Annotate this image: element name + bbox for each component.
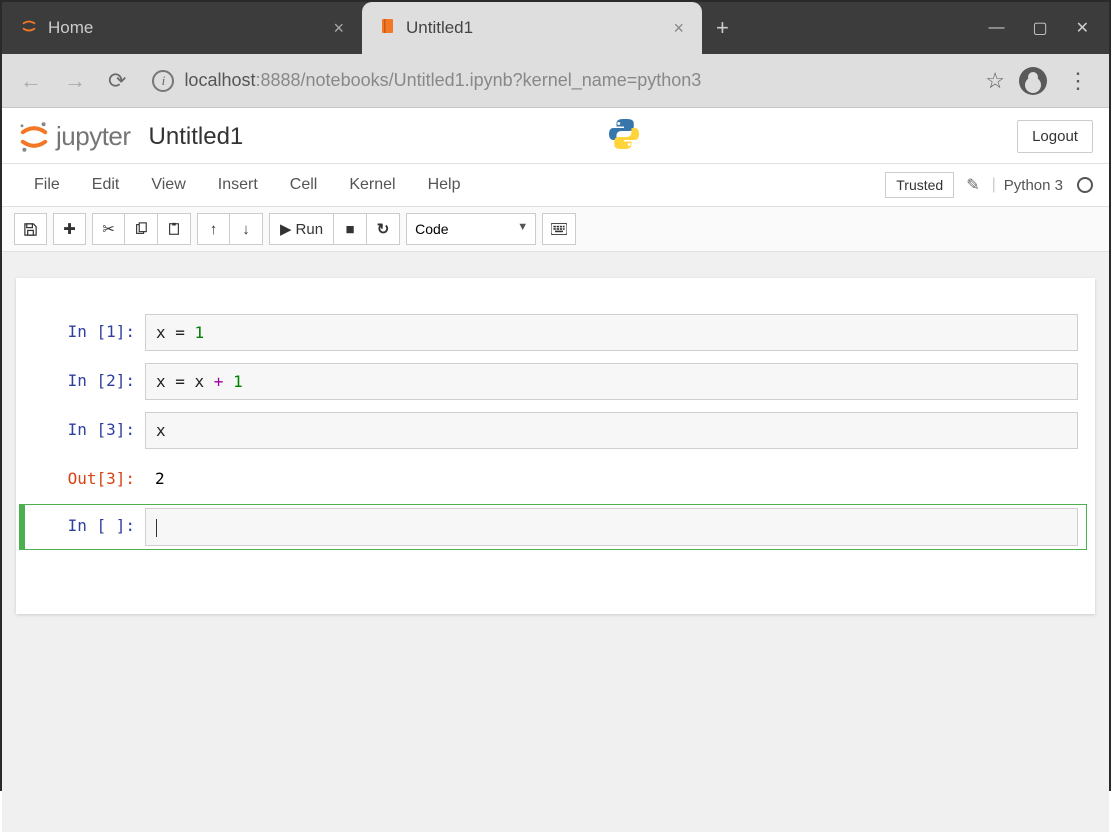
- command-palette-button[interactable]: [542, 213, 576, 245]
- jupyter-header: jupyter Untitled1 Logout: [2, 108, 1109, 164]
- cell-input[interactable]: [145, 508, 1078, 546]
- move-up-button[interactable]: ↑: [197, 213, 230, 245]
- window-controls: — ▢ ✕: [988, 2, 1109, 54]
- logout-button[interactable]: Logout: [1017, 120, 1093, 153]
- browser-menu-icon[interactable]: ⋮: [1061, 68, 1095, 94]
- tab-title: Untitled1: [406, 18, 659, 38]
- save-button[interactable]: [14, 213, 47, 245]
- cell-type-select[interactable]: Code: [406, 213, 536, 245]
- run-button[interactable]: ▶ Run: [269, 213, 334, 245]
- jupyter-tab-icon: [20, 17, 38, 40]
- menu-insert[interactable]: Insert: [202, 170, 274, 200]
- input-prompt: In [3]:: [25, 412, 145, 449]
- browser-tab-notebook[interactable]: Untitled1 ×: [362, 2, 702, 54]
- cell-input[interactable]: x = x + 1: [145, 363, 1078, 400]
- trusted-indicator[interactable]: Trusted: [885, 172, 954, 198]
- menu-view[interactable]: View: [135, 170, 201, 200]
- address-bar[interactable]: i localhost:8888/notebooks/Untitled1.ipy…: [144, 70, 971, 92]
- input-prompt: In [1]:: [25, 314, 145, 351]
- paste-button[interactable]: [158, 213, 191, 245]
- reload-icon[interactable]: ⟳: [104, 64, 130, 98]
- interrupt-button[interactable]: ■: [334, 213, 367, 245]
- url-text: localhost:8888/notebooks/Untitled1.ipynb…: [184, 70, 701, 91]
- browser-toolbar: ← → ⟳ i localhost:8888/notebooks/Untitle…: [2, 54, 1109, 108]
- menu-edit[interactable]: Edit: [76, 170, 136, 200]
- menu-kernel[interactable]: Kernel: [333, 170, 411, 200]
- cell-output: 2: [145, 461, 1078, 496]
- python-logo-icon: [606, 116, 642, 157]
- close-icon[interactable]: ×: [669, 18, 688, 39]
- back-icon[interactable]: ←: [16, 64, 46, 98]
- bookmark-star-icon[interactable]: ☆: [985, 68, 1005, 94]
- toolbar: ✚ ✂ ↑ ↓ ▶ Run ■ ↻ Code: [2, 207, 1109, 252]
- output-prompt: Out[3]:: [25, 461, 145, 496]
- minimize-icon[interactable]: —: [988, 19, 1004, 37]
- cell-input[interactable]: x: [145, 412, 1078, 449]
- maximize-icon[interactable]: ▢: [1032, 18, 1047, 38]
- new-tab-button[interactable]: +: [702, 2, 743, 54]
- notebook-scroll-area[interactable]: In [1]:x = 1In [2]:x = x + 1In [3]:xOut[…: [2, 252, 1109, 832]
- jupyter-logo[interactable]: jupyter: [18, 121, 131, 153]
- code-cell[interactable]: In [3]:x: [24, 408, 1087, 453]
- tab-title: Home: [48, 18, 319, 38]
- add-cell-button[interactable]: ✚: [53, 213, 86, 245]
- window-titlebar: Home × Untitled1 × + — ▢ ✕: [2, 2, 1109, 54]
- code-cell[interactable]: In [2]:x = x + 1: [24, 359, 1087, 404]
- notebook-title[interactable]: Untitled1: [149, 123, 244, 151]
- code-cell[interactable]: In [ ]:: [19, 504, 1087, 550]
- site-info-icon[interactable]: i: [152, 70, 174, 92]
- browser-tab-home[interactable]: Home ×: [2, 2, 362, 54]
- menubar: File Edit View Insert Cell Kernel Help T…: [2, 164, 1109, 207]
- output-row: Out[3]:2: [24, 457, 1087, 500]
- copy-button[interactable]: [125, 213, 158, 245]
- input-prompt: In [ ]:: [25, 508, 145, 546]
- code-cell[interactable]: In [1]:x = 1: [24, 310, 1087, 355]
- kernel-status-indicator[interactable]: [1077, 177, 1093, 193]
- input-prompt: In [2]:: [25, 363, 145, 400]
- notebook-container: In [1]:x = 1In [2]:x = x + 1In [3]:xOut[…: [16, 278, 1095, 614]
- profile-avatar-icon[interactable]: [1019, 67, 1047, 95]
- jupyter-logo-text: jupyter: [56, 121, 131, 152]
- close-icon[interactable]: ×: [329, 18, 348, 39]
- menu-file[interactable]: File: [18, 170, 76, 200]
- close-window-icon[interactable]: ✕: [1076, 18, 1089, 38]
- move-down-button[interactable]: ↓: [230, 213, 263, 245]
- kernel-name[interactable]: Python 3: [1004, 177, 1063, 194]
- cut-button[interactable]: ✂: [92, 213, 125, 245]
- edit-pencil-icon[interactable]: ✎: [962, 175, 983, 195]
- forward-icon[interactable]: →: [60, 64, 90, 98]
- menu-help[interactable]: Help: [412, 170, 477, 200]
- restart-kernel-button[interactable]: ↻: [367, 213, 400, 245]
- cell-input[interactable]: x = 1: [145, 314, 1078, 351]
- notebook-tab-icon: [380, 18, 396, 39]
- divider: |: [992, 176, 996, 194]
- menu-cell[interactable]: Cell: [274, 170, 334, 200]
